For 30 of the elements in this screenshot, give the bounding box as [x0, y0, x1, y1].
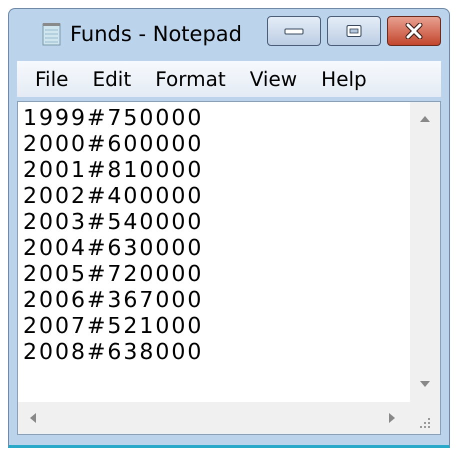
menu-item[interactable]: File	[23, 67, 80, 91]
scroll-down-arrow-icon[interactable]	[420, 381, 430, 387]
text-line: 2007#521000	[23, 314, 204, 340]
menu-item[interactable]: Format	[143, 67, 238, 91]
close-button[interactable]	[387, 16, 441, 46]
text-line: 2008#638000	[23, 340, 204, 366]
text-line: 2002#400000	[23, 184, 204, 210]
text-line: 2005#720000	[23, 262, 204, 288]
text-line: 2000#600000	[23, 132, 204, 158]
text-line: 2006#367000	[23, 288, 204, 314]
vertical-scrollbar[interactable]	[410, 102, 440, 402]
text-line: 2003#540000	[23, 210, 204, 236]
resize-grip-icon[interactable]	[420, 418, 430, 428]
notepad-icon	[42, 22, 62, 46]
scroll-up-arrow-icon[interactable]	[420, 116, 430, 122]
scroll-right-arrow-icon[interactable]	[389, 413, 395, 423]
maximize-icon	[345, 24, 363, 38]
menu-item[interactable]: Help	[309, 67, 379, 91]
minimize-icon	[283, 26, 305, 36]
close-icon	[403, 23, 425, 39]
menu-item[interactable]: Edit	[80, 67, 144, 91]
minimize-button[interactable]	[267, 16, 321, 46]
text-line: 2001#810000	[23, 158, 204, 184]
scroll-left-arrow-icon[interactable]	[30, 413, 36, 423]
menu-item[interactable]: View	[238, 67, 310, 91]
maximize-button[interactable]	[327, 16, 381, 46]
window-title: Funds - Notepad	[70, 22, 242, 46]
text-line: 2004#630000	[23, 236, 204, 262]
text-line: 1999#750000	[23, 106, 204, 132]
horizontal-scrollbar[interactable]	[18, 402, 410, 434]
